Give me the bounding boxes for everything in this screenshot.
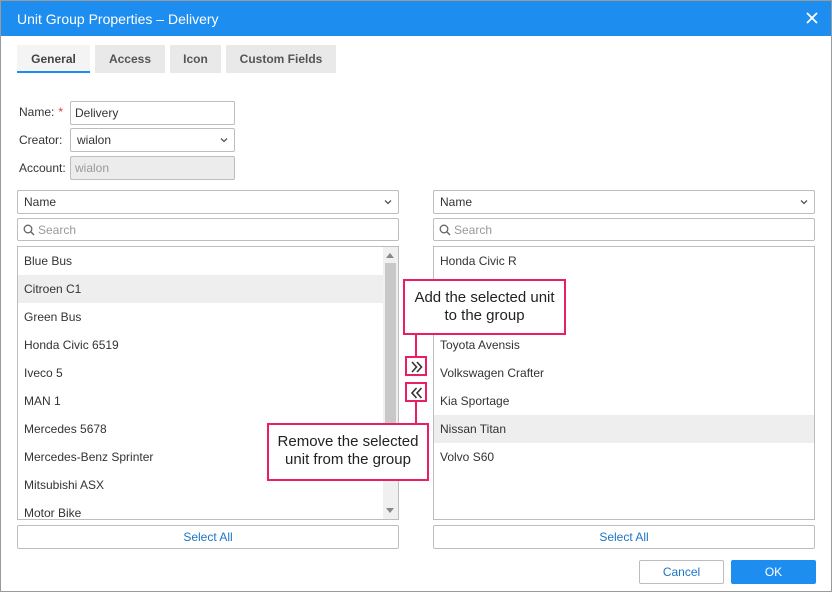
left-sort-select[interactable]: Name (17, 190, 399, 214)
list-item[interactable]: MAN 1 (18, 387, 383, 415)
right-select-all-button[interactable]: Select All (433, 525, 815, 549)
tab-custom-fields[interactable]: Custom Fields (226, 45, 336, 73)
list-item[interactable]: Toyota Avensis (434, 331, 814, 359)
double-chevron-right-icon (411, 361, 423, 373)
creator-select-value: wialon (77, 133, 112, 147)
required-mark: * (58, 105, 64, 119)
tab-access[interactable]: Access (95, 45, 165, 73)
right-search-input[interactable] (454, 220, 810, 239)
left-select-all-button[interactable]: Select All (17, 525, 399, 549)
chevron-down-icon (220, 138, 228, 143)
right-search-box (433, 218, 815, 241)
tab-general[interactable]: General (17, 45, 90, 73)
add-callout-line: Add the selected unit (414, 289, 555, 306)
list-item[interactable]: Kia Sportage (434, 387, 814, 415)
remove-callout-line: unit from the group (285, 451, 411, 468)
close-button[interactable] (803, 9, 821, 27)
list-item[interactable]: Volvo S60 (434, 443, 814, 471)
list-item[interactable]: Honda Civic 6519 (18, 331, 383, 359)
scroll-up-arrow[interactable] (386, 253, 394, 258)
right-sort-select[interactable]: Name (433, 190, 815, 214)
cancel-button[interactable]: Cancel (639, 560, 724, 584)
tab-icon[interactable]: Icon (170, 45, 221, 73)
double-chevron-left-icon (410, 387, 423, 399)
add-to-group-button[interactable] (405, 356, 427, 376)
chevron-down-icon (800, 200, 808, 205)
remove-callout: Remove the selected unit from the group (267, 423, 429, 481)
title-bar: Unit Group Properties – Delivery (1, 1, 831, 36)
chevron-down-icon (384, 200, 392, 205)
list-item[interactable]: Honda Civic R (434, 247, 814, 275)
list-item[interactable]: Green Bus (18, 303, 383, 331)
name-label: Name: * (19, 105, 63, 119)
list-item[interactable]: Citroen C1 (18, 275, 383, 303)
left-sort-value: Name (24, 195, 57, 209)
creator-label: Creator: (19, 133, 63, 147)
remove-callout-connector (415, 402, 417, 424)
unit-group-properties-dialog: Unit Group Properties – Delivery General… (0, 0, 832, 592)
name-label-text: Name: (19, 105, 55, 119)
list-item[interactable]: Iveco 5 (18, 359, 383, 387)
left-search-box (17, 218, 399, 241)
add-callout-line: to the group (444, 307, 525, 324)
add-callout: Add the selected unit to the group (403, 279, 566, 335)
remove-callout-line: Remove the selected (277, 433, 419, 450)
account-field (70, 156, 235, 180)
add-callout-connector (415, 334, 417, 356)
list-item[interactable]: Motor Bike (18, 499, 383, 519)
account-label: Account: (19, 161, 66, 175)
search-icon (23, 224, 35, 236)
scroll-down-arrow[interactable] (386, 508, 394, 513)
dialog-title: Unit Group Properties – Delivery (17, 11, 219, 27)
search-icon (439, 224, 451, 236)
right-sort-value: Name (440, 195, 473, 209)
list-item[interactable]: Blue Bus (18, 247, 383, 275)
list-item[interactable]: Nissan Titan (434, 415, 814, 443)
remove-from-group-button[interactable] (405, 382, 427, 402)
name-field[interactable] (70, 101, 235, 125)
scrollbar-thumb[interactable] (385, 263, 396, 443)
list-item[interactable]: Volkswagen Crafter (434, 359, 814, 387)
ok-button[interactable]: OK (731, 560, 816, 584)
left-search-input[interactable] (38, 220, 394, 239)
close-icon (806, 12, 818, 24)
creator-select[interactable]: wialon (70, 128, 235, 152)
